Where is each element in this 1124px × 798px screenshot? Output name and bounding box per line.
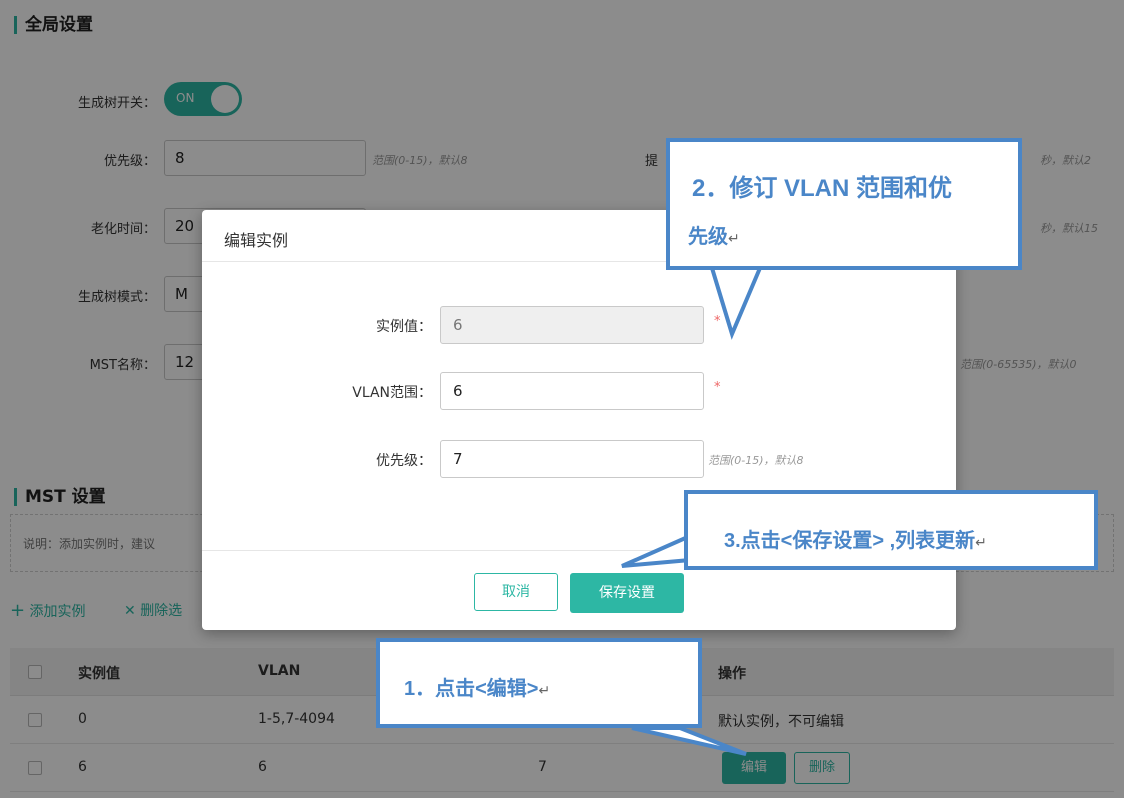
callout-1-tail: [631, 726, 747, 756]
callout-1: 1．点击<编辑>↵: [376, 638, 702, 728]
callout-3: 3.点击<保存设置> ,列表更新↵: [684, 490, 1098, 570]
callout-2-tail: [709, 266, 764, 340]
callout-2: 2．修订 VLAN 范围和优 先级↵: [666, 138, 1022, 270]
callout-2-line-1: 2．修订 VLAN 范围和优: [692, 175, 953, 202]
return-mark: ↵: [728, 230, 740, 246]
callout-1-text: 1．点击<编辑>↵: [404, 678, 551, 700]
return-mark: ↵: [538, 682, 551, 698]
callout-3-tail: [621, 532, 692, 568]
callout-3-text: 3.点击<保存设置> ,列表更新↵: [724, 530, 987, 552]
return-mark: ↵: [975, 534, 987, 550]
callout-2-line-2: 先级↵: [688, 226, 740, 248]
